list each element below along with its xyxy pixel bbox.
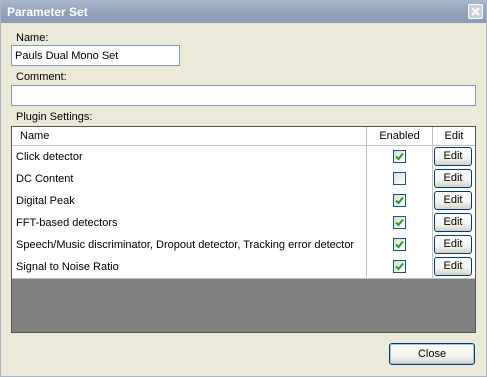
enabled-checkbox[interactable] <box>393 150 406 163</box>
plugin-settings-label: Plugin Settings: <box>16 111 93 123</box>
table-row[interactable]: Digital Peak Edit <box>12 190 475 213</box>
checkmark-icon <box>395 262 404 271</box>
enabled-checkbox[interactable] <box>393 216 406 229</box>
name-label: Name: <box>16 32 49 44</box>
edit-cell: Edit <box>433 256 475 278</box>
edit-button[interactable]: Edit <box>434 213 472 232</box>
title-bar[interactable]: Parameter Set <box>1 1 486 23</box>
checkmark-icon <box>395 218 404 227</box>
edit-button[interactable]: Edit <box>434 169 472 188</box>
checkmark-icon <box>395 240 404 249</box>
name-field[interactable] <box>11 45 180 66</box>
plugin-name-cell: Click detector <box>12 146 367 168</box>
plugin-name-cell: Speech/Music discriminator, Dropout dete… <box>12 234 367 256</box>
enabled-checkbox[interactable] <box>393 194 406 207</box>
plugin-name-cell: DC Content <box>12 168 367 190</box>
comment-label: Comment: <box>16 71 67 83</box>
plugin-name-cell: Signal to Noise Ratio <box>12 256 367 278</box>
grid-header: Name Enabled Edit <box>12 127 475 146</box>
enabled-cell <box>367 190 433 212</box>
enabled-checkbox[interactable] <box>393 172 406 185</box>
edit-cell: Edit <box>433 190 475 212</box>
parameter-set-dialog: Parameter Set Name: Comment: Plugin Sett… <box>0 0 487 377</box>
close-icon[interactable] <box>468 4 483 19</box>
edit-cell: Edit <box>433 146 475 168</box>
column-header-enabled[interactable]: Enabled <box>367 127 433 145</box>
edit-cell: Edit <box>433 234 475 256</box>
enabled-cell <box>367 146 433 168</box>
edit-cell: Edit <box>433 212 475 234</box>
comment-field[interactable] <box>11 85 476 106</box>
checkmark-icon <box>395 152 404 161</box>
table-row[interactable]: FFT-based detectors Edit <box>12 212 475 235</box>
enabled-cell <box>367 234 433 256</box>
edit-cell: Edit <box>433 168 475 190</box>
column-header-edit[interactable]: Edit <box>433 127 475 145</box>
table-row[interactable]: Signal to Noise Ratio Edit <box>12 256 475 279</box>
edit-button[interactable]: Edit <box>434 257 472 276</box>
enabled-cell <box>367 256 433 278</box>
enabled-checkbox[interactable] <box>393 238 406 251</box>
table-row[interactable]: Click detector Edit <box>12 146 475 169</box>
close-button[interactable]: Close <box>389 343 475 365</box>
table-row[interactable]: DC Content Edit <box>12 168 475 191</box>
table-row[interactable]: Speech/Music discriminator, Dropout dete… <box>12 234 475 257</box>
enabled-cell <box>367 168 433 190</box>
enabled-checkbox[interactable] <box>393 260 406 273</box>
plugin-name-cell: Digital Peak <box>12 190 367 212</box>
plugin-name-cell: FFT-based detectors <box>12 212 367 234</box>
checkmark-icon <box>395 196 404 205</box>
edit-button[interactable]: Edit <box>434 191 472 210</box>
edit-button[interactable]: Edit <box>434 147 472 166</box>
plugin-settings-grid[interactable]: Name Enabled Edit Click detector Edit DC C… <box>11 126 476 333</box>
window-title: Parameter Set <box>7 5 88 19</box>
column-header-name[interactable]: Name <box>12 127 367 145</box>
edit-button[interactable]: Edit <box>434 235 472 254</box>
enabled-cell <box>367 212 433 234</box>
